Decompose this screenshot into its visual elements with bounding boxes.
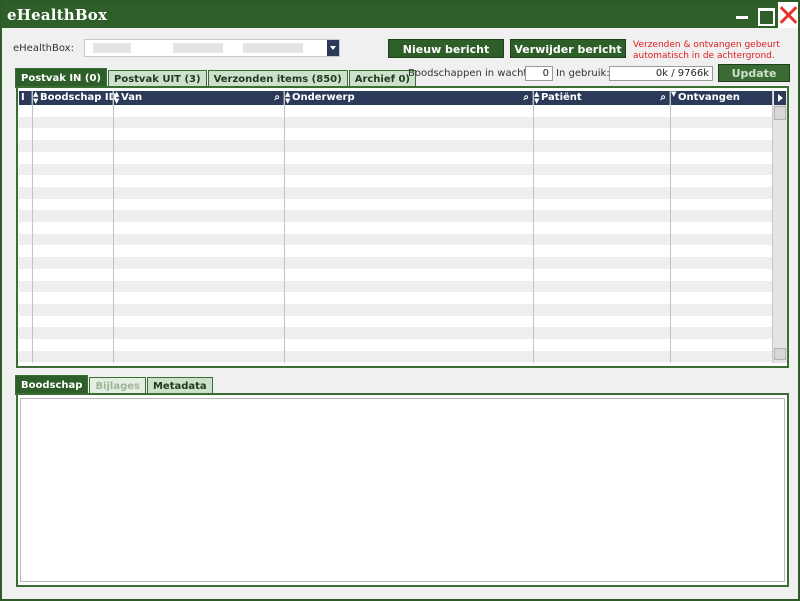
table-body — [19, 105, 772, 363]
message-table: I ▲ ▼ Boodschap ID ▲ ▼ Van ⌕ ▲ ▼ Onderwerp … — [16, 86, 789, 368]
detail-tabs: Boodschap Bijlages Metadata — [15, 375, 214, 395]
table-row[interactable] — [19, 233, 772, 246]
table-row[interactable] — [19, 339, 772, 351]
update-button[interactable]: Update — [718, 64, 790, 82]
table-row[interactable] — [19, 315, 772, 328]
column-divider — [113, 91, 114, 363]
scrollbar-end[interactable] — [774, 348, 786, 360]
mailbox-tabs: Postvak IN (0) Postvak UIT (3) Verzonden… — [15, 68, 417, 88]
minimize-icon[interactable] — [732, 4, 752, 26]
column-header-i[interactable]: I — [19, 91, 32, 105]
blurred-text — [243, 43, 303, 53]
table-row[interactable] — [19, 175, 772, 187]
chevron-down-icon[interactable] — [327, 40, 339, 56]
table-row[interactable] — [19, 151, 772, 164]
usage-label: In gebruik: — [556, 68, 610, 79]
sort-icon: ▲ ▼ — [285, 90, 291, 105]
blurred-text — [173, 43, 223, 53]
close-icon[interactable] — [778, 2, 798, 28]
column-header-from[interactable]: ▲ ▼ Van ⌕ — [113, 91, 284, 105]
table-row[interactable] — [19, 268, 772, 281]
table-row[interactable] — [19, 140, 772, 152]
table-row[interactable] — [19, 280, 772, 293]
table-row[interactable] — [19, 186, 772, 199]
message-body[interactable] — [20, 398, 785, 582]
account-select[interactable] — [84, 39, 340, 57]
column-divider — [670, 91, 671, 363]
background-sync-notice: Verzenden & ontvangen gebeurt automatisc… — [633, 40, 780, 61]
title-bar[interactable]: eHealthBox — [2, 2, 798, 28]
table-row[interactable] — [19, 210, 772, 222]
table-row[interactable] — [19, 303, 772, 316]
table-row[interactable] — [19, 292, 772, 304]
vertical-scrollbar[interactable] — [772, 91, 787, 363]
account-label: eHealthBox: — [13, 43, 74, 54]
column-divider — [284, 91, 285, 363]
column-header-received[interactable]: ▼ Ontvangen — [670, 91, 772, 105]
sort-icon: ▲ ▼ — [114, 90, 120, 105]
column-divider — [32, 91, 33, 363]
tab-inbox[interactable]: Postvak IN (0) — [15, 68, 107, 88]
table-row[interactable] — [19, 198, 772, 211]
table-row[interactable] — [19, 105, 772, 117]
search-icon[interactable]: ⌕ — [523, 91, 529, 105]
table-row[interactable] — [19, 163, 772, 176]
tab-message[interactable]: Boodschap — [15, 375, 89, 395]
message-preview-panel — [16, 393, 789, 587]
table-row[interactable] — [19, 245, 772, 258]
table-row[interactable] — [19, 350, 772, 363]
table-row[interactable] — [19, 128, 772, 141]
scrollbar-thumb[interactable] — [774, 106, 786, 120]
table-row[interactable] — [19, 327, 772, 339]
delete-message-button[interactable]: Verwijder bericht — [510, 39, 626, 58]
table-row[interactable] — [19, 257, 772, 269]
window-title: eHealthBox — [7, 6, 108, 24]
column-header-subject[interactable]: ▲ ▼ Onderwerp ⌕ — [284, 91, 533, 105]
table-row[interactable] — [19, 116, 772, 129]
sort-icon: ▲ ▼ — [33, 90, 39, 105]
table-row[interactable] — [19, 222, 772, 234]
scroll-right-arrow-icon[interactable] — [774, 91, 786, 105]
usage-field: 0k / 9766k — [609, 66, 713, 81]
ehealthbox-window: eHealthBox eHealthBox: Nieuw bericht Ver… — [0, 0, 800, 601]
column-divider — [533, 91, 534, 363]
waiting-count-field: 0 — [525, 66, 553, 81]
blurred-text — [93, 43, 131, 53]
maximize-icon[interactable] — [755, 4, 775, 26]
sort-icon: ▲ ▼ — [534, 90, 540, 105]
column-header-patient[interactable]: ▲ ▼ Patiënt ⌕ — [533, 91, 670, 105]
table-header: I ▲ ▼ Boodschap ID ▲ ▼ Van ⌕ ▲ ▼ Onderwerp … — [19, 91, 772, 105]
column-header-message-id[interactable]: ▲ ▼ Boodschap ID — [32, 90, 117, 105]
waiting-label: Boodschappen in wacht: — [408, 68, 531, 79]
search-icon[interactable]: ⌕ — [660, 91, 666, 105]
new-message-button[interactable]: Nieuw bericht — [388, 39, 504, 58]
search-icon[interactable]: ⌕ — [274, 91, 280, 105]
sort-icon: ▼ — [671, 90, 677, 98]
